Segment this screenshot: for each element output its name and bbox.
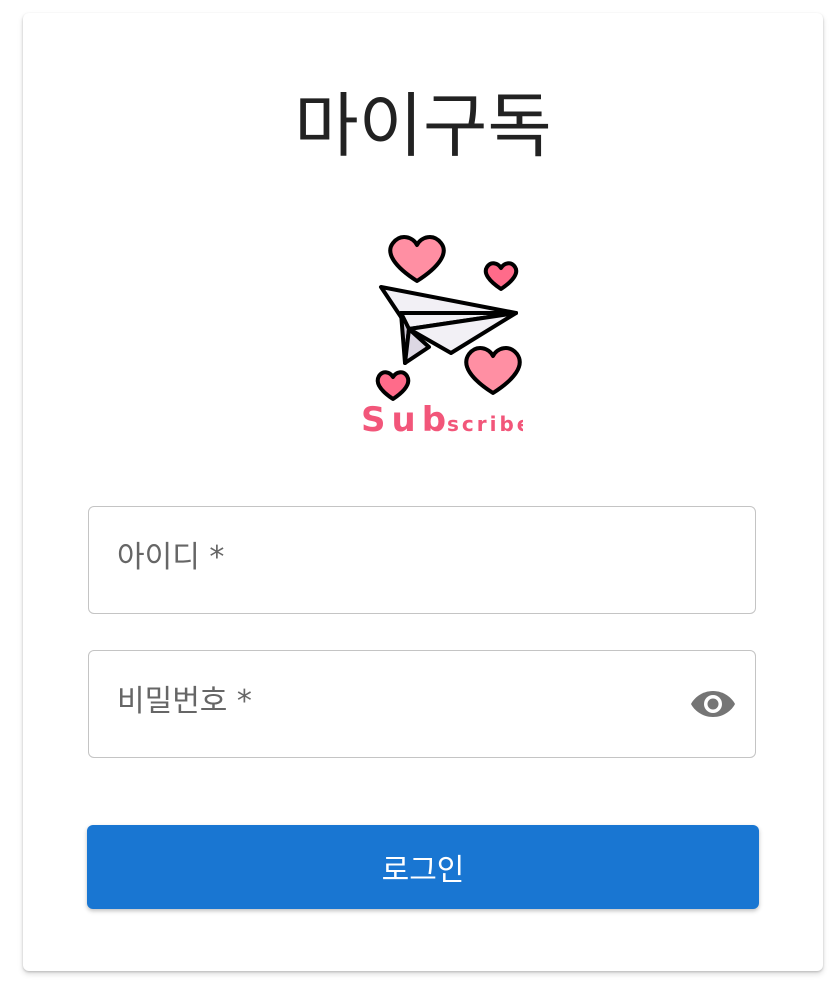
eye-icon[interactable] <box>690 686 736 722</box>
id-field[interactable]: 아이디 * <box>88 506 756 614</box>
logo-text-small: scribe <box>447 412 523 436</box>
id-field-label: 아이디 * <box>117 540 225 575</box>
page-title: 마이구독 <box>294 85 552 167</box>
login-button[interactable]: 로그인 <box>87 825 759 909</box>
password-field[interactable]: 비밀번호 * <box>88 650 756 758</box>
logo: Sub scribe <box>333 223 530 440</box>
login-card: 마이구독 Sub scribe 아이디 * 비밀번호 * <box>23 13 823 971</box>
password-field-label: 비밀번호 * <box>117 684 252 719</box>
paper-plane-hearts-icon: Sub scribe <box>361 235 530 440</box>
logo-text-large: Sub <box>361 400 452 438</box>
